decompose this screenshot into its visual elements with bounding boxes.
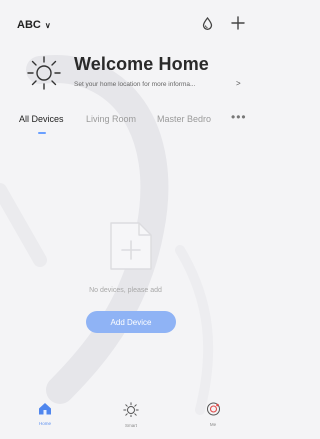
chevron-right-icon: > <box>236 79 241 88</box>
nav-home[interactable]: Home <box>20 402 70 426</box>
home-name: ABC <box>17 19 41 31</box>
nav-home-label: Home <box>38 421 51 426</box>
nav-smart[interactable]: Smart <box>106 402 156 428</box>
room-tabs: All Devices Living Room Master Bedro ••• <box>0 110 251 138</box>
home-icon <box>38 402 52 419</box>
tab-all-devices[interactable]: All Devices <box>19 114 64 124</box>
nav-me[interactable]: Me <box>188 402 238 427</box>
empty-document-icon <box>108 220 154 277</box>
add-device-button[interactable]: Add Device <box>86 311 176 333</box>
top-bar: ABC ∨ <box>0 0 251 44</box>
welcome-banner[interactable]: Welcome Home Set your home location for … <box>0 48 251 96</box>
drop-icon[interactable] <box>202 16 213 35</box>
nav-me-label: Me <box>209 422 217 427</box>
chevron-down-icon: ∨ <box>44 20 51 30</box>
empty-state-message: No devices, please add <box>89 287 162 294</box>
tab-master-bedroom[interactable]: Master Bedro <box>157 114 211 124</box>
welcome-title: Welcome Home <box>74 54 209 74</box>
home-selector[interactable]: ABC ∨ <box>17 19 51 31</box>
more-icon[interactable]: ••• <box>231 110 247 124</box>
plus-icon[interactable] <box>231 16 245 35</box>
bottom-navigation: Home Smart Me <box>0 402 251 439</box>
welcome-subtitle: Set your home location for more informa.… <box>74 81 196 88</box>
smart-icon <box>123 402 139 421</box>
nav-smart-label: Smart <box>124 423 137 428</box>
tab-living-room[interactable]: Living Room <box>86 114 136 124</box>
me-icon <box>206 402 221 420</box>
active-tab-indicator <box>38 132 46 134</box>
sun-icon <box>24 52 64 97</box>
